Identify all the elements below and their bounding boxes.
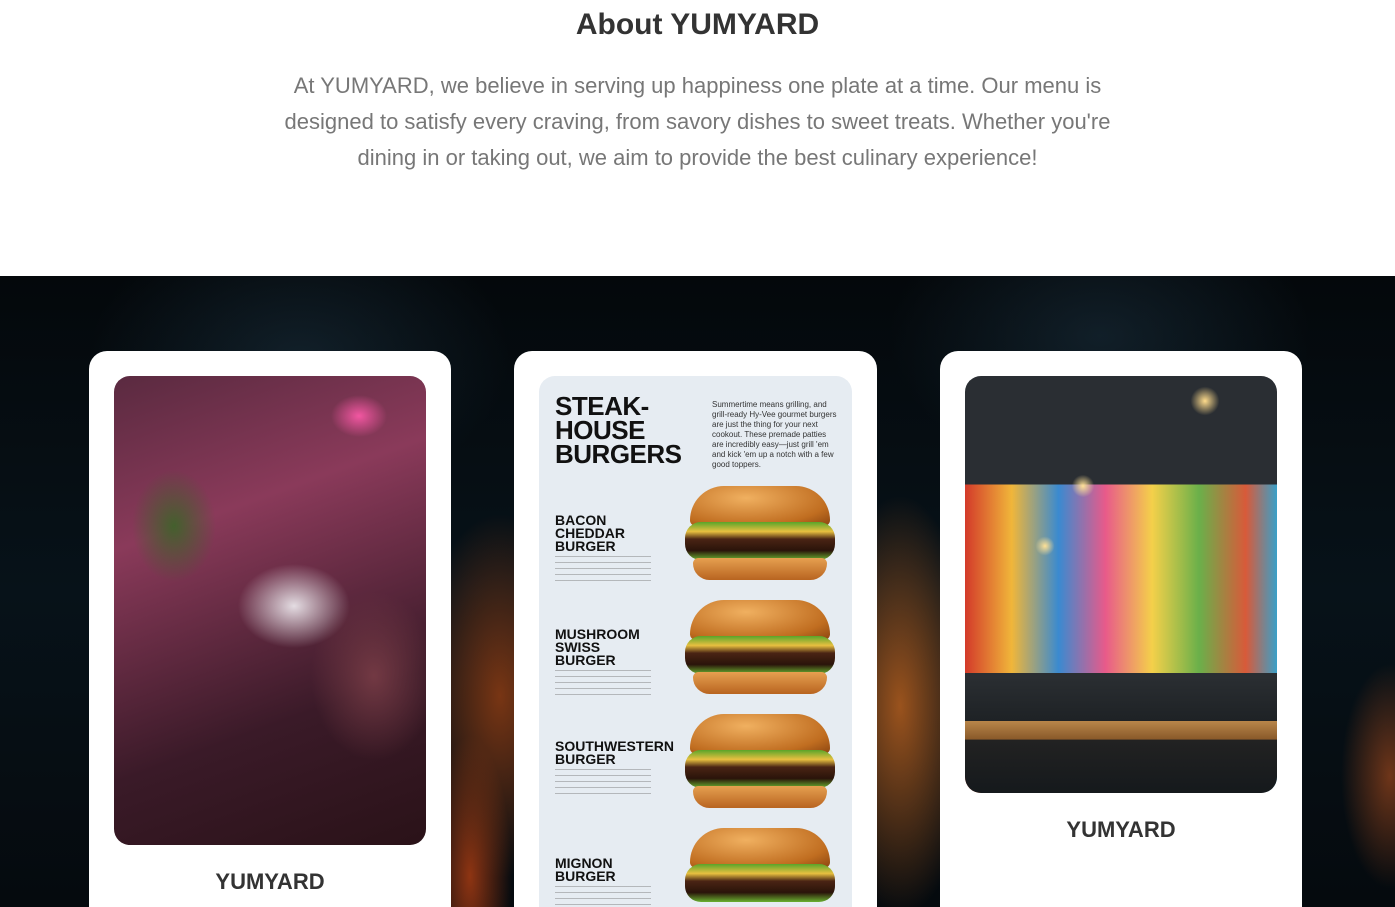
about-section: About YUMYARD At YUMYARD, we believe in … bbox=[0, 0, 1395, 276]
menu-item-description bbox=[555, 670, 651, 700]
menu-item-name: SOUTHWESTERN BURGER bbox=[555, 738, 674, 767]
menu-item: MIGNON BURGER bbox=[555, 855, 685, 907]
menu-item: BACON CHEDDAR BURGER bbox=[555, 512, 685, 586]
steakhouse-burgers-menu-photo: STEAK- HOUSE BURGERS Summertime means gr… bbox=[539, 376, 852, 907]
burger-stack-illustration bbox=[685, 486, 835, 907]
menu-item-description bbox=[555, 769, 651, 799]
about-title: About YUMYARD bbox=[575, 8, 820, 41]
gallery-card-interior[interactable]: YUMYARD bbox=[940, 351, 1302, 907]
card-caption: YUMYARD bbox=[1066, 817, 1176, 842]
restaurant-interior-photo bbox=[965, 376, 1277, 793]
menu-title: STEAK- HOUSE BURGERS bbox=[555, 391, 682, 469]
gallery-card-menu[interactable]: STEAK- HOUSE BURGERS Summertime means gr… bbox=[514, 351, 877, 907]
card-caption: YUMYARD bbox=[215, 869, 325, 894]
gallery-section: YUMYARD STEAK- HOUSE BURGERS Summertime … bbox=[0, 276, 1395, 907]
menu-item-name: MUSHROOM SWISS BURGER bbox=[555, 626, 640, 668]
gallery-card-diners[interactable]: YUMYARD bbox=[89, 351, 451, 907]
menu-item-description bbox=[555, 556, 651, 586]
about-description: At YUMYARD, we believe in serving up hap… bbox=[284, 73, 1111, 170]
menu-intro: Summertime means grilling, and grill-rea… bbox=[712, 400, 837, 469]
menu-item-description bbox=[555, 886, 651, 907]
menu-item: MUSHROOM SWISS BURGER bbox=[555, 626, 685, 700]
restaurant-diners-photo bbox=[114, 376, 426, 845]
menu-item-name: MIGNON BURGER bbox=[555, 855, 616, 884]
menu-item-name: BACON CHEDDAR BURGER bbox=[555, 512, 625, 554]
menu-item: SOUTHWESTERN BURGER bbox=[555, 738, 685, 799]
dining-tables-graphic bbox=[965, 673, 1277, 793]
